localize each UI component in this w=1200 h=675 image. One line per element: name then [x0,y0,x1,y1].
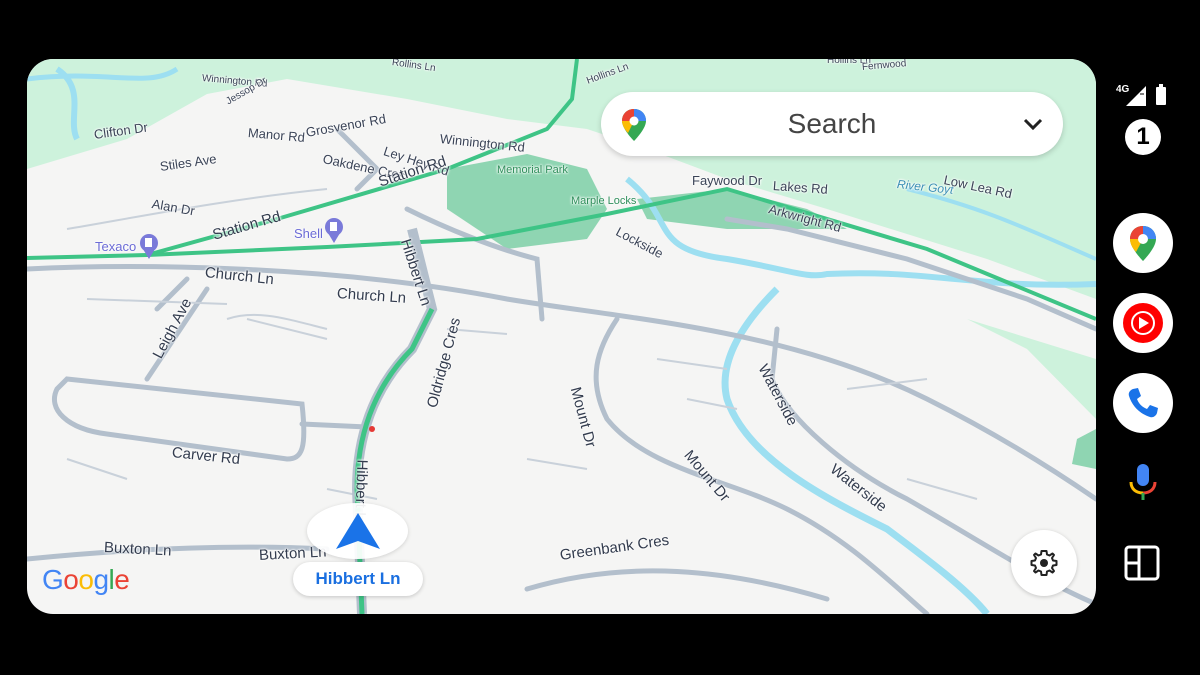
app-phone-button[interactable] [1113,373,1173,433]
current-street-label: Hibbert Ln [293,562,423,596]
map-label: Marple Locks [571,195,637,207]
phone-icon [1128,388,1158,418]
search-placeholder[interactable]: Search [601,108,1063,140]
road [299,421,370,430]
map-label: Faywood Dr [692,173,763,188]
map-label: Buxton Ln [103,539,172,560]
logo-letter: G [42,564,64,595]
notification-badge[interactable]: 1 [1125,119,1161,155]
poi-label-texaco[interactable]: Texaco [95,239,136,254]
logo-letter: o [78,564,94,595]
shell-poi-icon[interactable] [325,218,343,243]
river [721,286,990,614]
navigation-arrow-icon [336,513,380,549]
google-maps-pin-icon [621,108,647,147]
app-google-maps-button[interactable] [1113,213,1173,273]
battery-icon [1156,87,1166,105]
gear-icon [1030,550,1058,576]
chevron-down-icon[interactable] [1021,112,1045,141]
status-bar: 4G [1116,82,1176,113]
navigation-puck[interactable] [307,503,408,559]
assistant-mic-button[interactable] [1128,462,1158,507]
app-youtube-music-button[interactable] [1113,293,1173,353]
search-bar[interactable]: Search [601,92,1063,156]
minor-road [66,188,328,230]
microphone-icon [1129,464,1157,500]
google-logo: Google [42,564,130,596]
settings-button[interactable] [1011,530,1077,596]
park-area-east [967,319,1096,419]
traffic-incident-marker [369,426,375,432]
network-type: 4G [1116,84,1130,95]
dashboard-button[interactable] [1124,545,1160,586]
road-greenbank-cres [524,568,830,602]
youtube-music-icon [1123,303,1163,343]
logo-letter: e [114,564,130,595]
logo-letter: o [63,564,79,595]
poi-label-shell[interactable]: Shell [294,226,323,241]
dashboard-layout-icon [1124,545,1160,581]
park-area-southeast [1072,429,1096,469]
google-maps-icon [1130,226,1156,261]
logo-letter: g [93,564,109,595]
map-label: Memorial Park [497,164,568,176]
